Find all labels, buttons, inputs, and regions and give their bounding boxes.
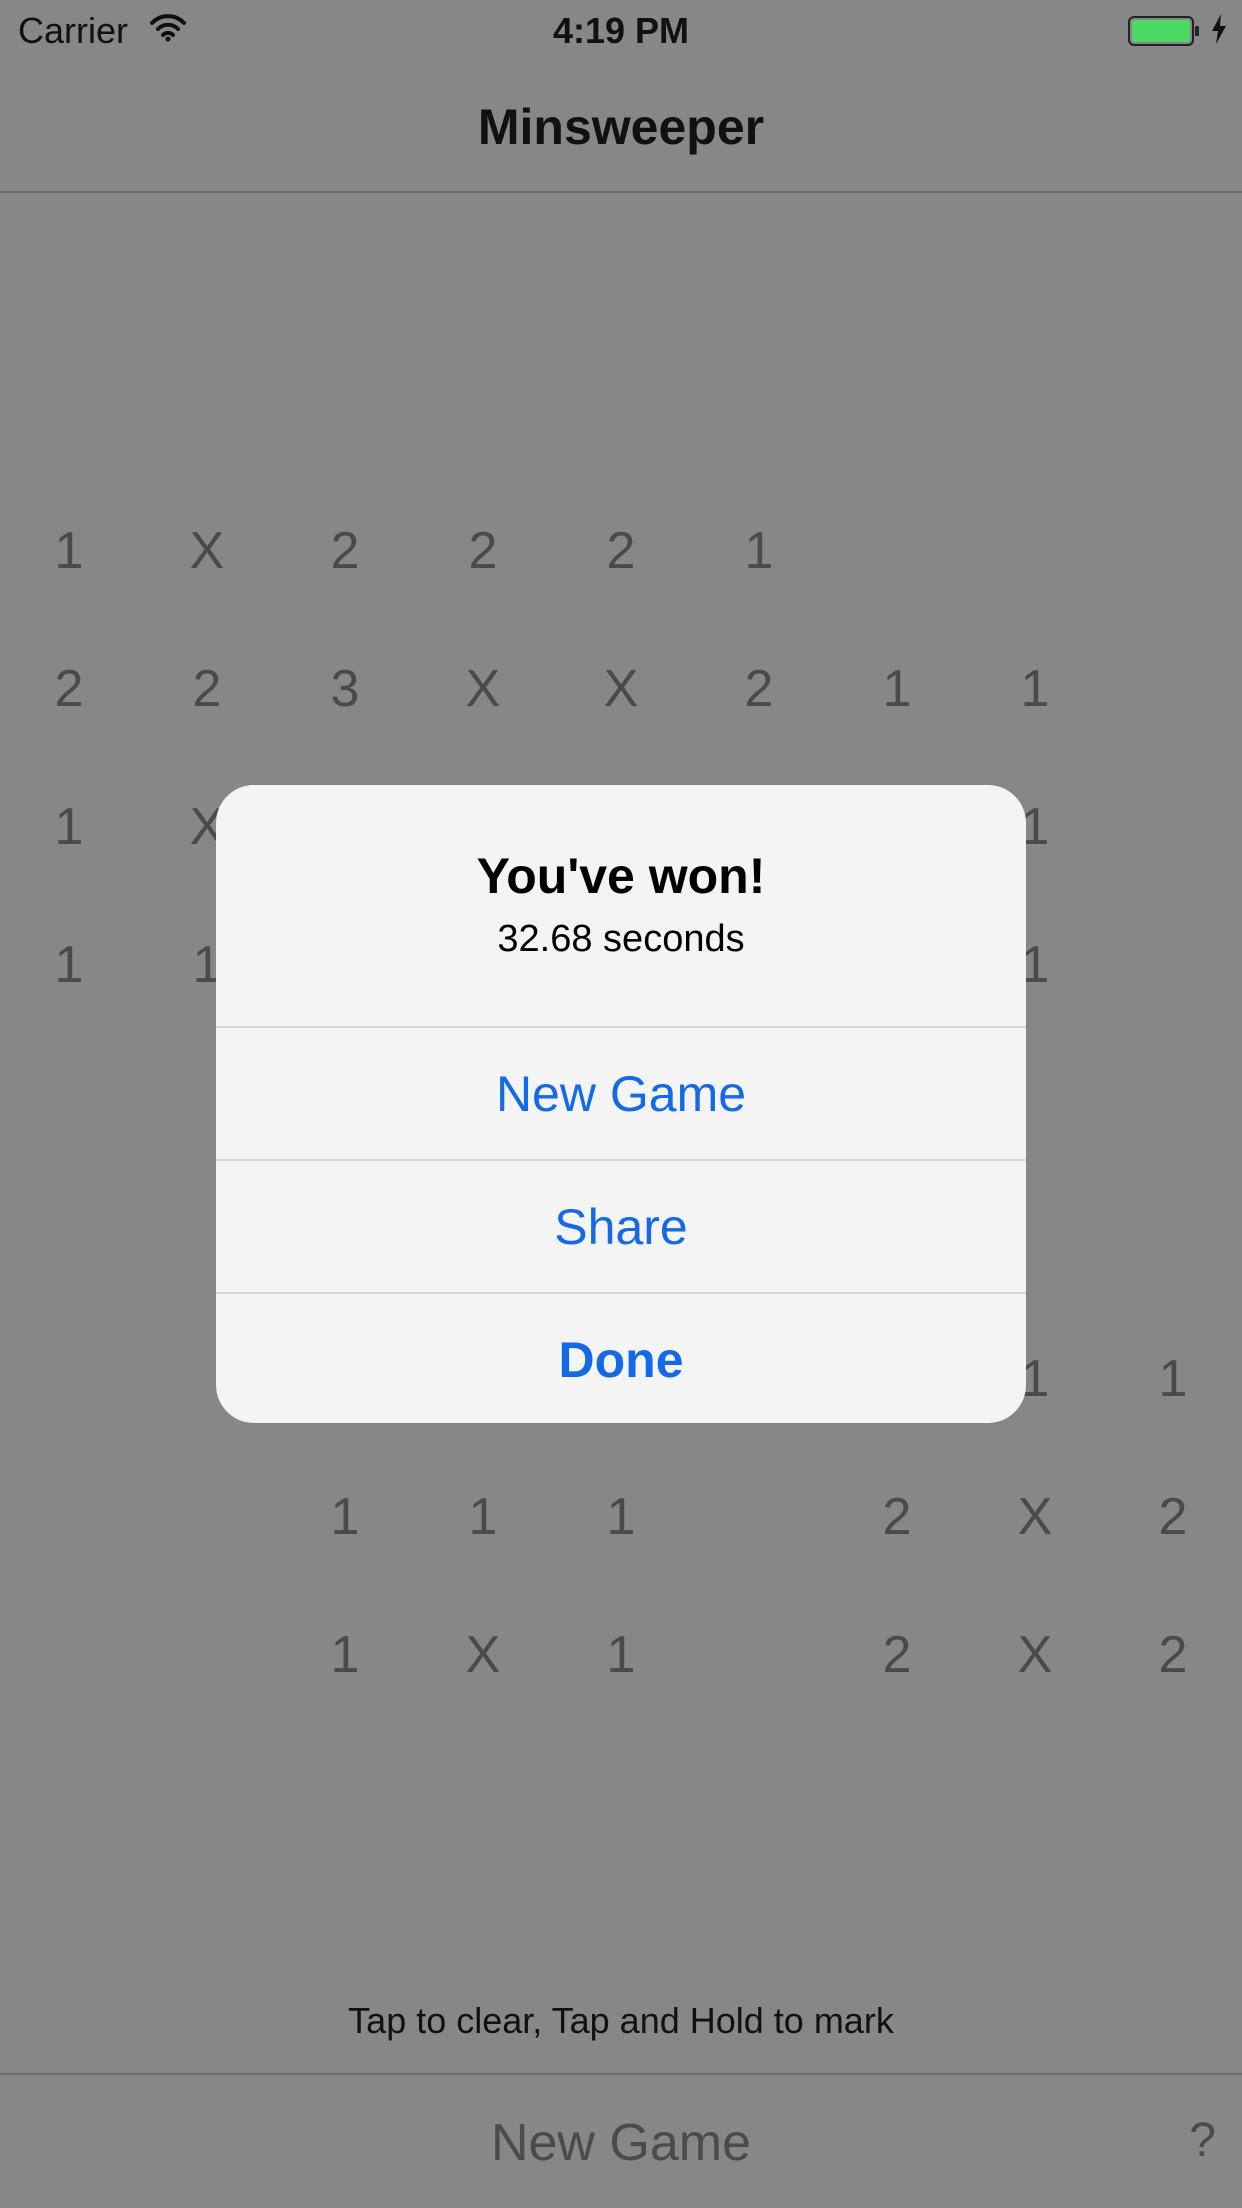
board-cell[interactable]: X	[414, 1586, 552, 1724]
page-title: Minsweeper	[477, 99, 765, 155]
help-button[interactable]: ?	[1189, 2113, 1216, 2168]
board-cell[interactable]: 1	[690, 482, 828, 620]
board-cell[interactable]: 2	[0, 620, 138, 758]
board-cell[interactable]	[0, 1310, 138, 1448]
new-game-button[interactable]: New Game	[0, 2113, 1242, 2173]
board-cell[interactable]: 2	[828, 1586, 966, 1724]
instructions-hint: Tap to clear, Tap and Hold to mark	[348, 2000, 894, 2041]
board-cell[interactable]: 2	[1104, 1586, 1242, 1724]
status-bar: Carrier 4:19 PM	[0, 0, 1242, 60]
board-cell[interactable]	[1104, 896, 1242, 1034]
board-cell[interactable]	[0, 1586, 138, 1724]
board-cell[interactable]: X	[966, 1586, 1104, 1724]
board-cell[interactable]: 1	[828, 620, 966, 758]
board-cell[interactable]: X	[414, 620, 552, 758]
board-cell[interactable]	[0, 1172, 138, 1310]
board-cell[interactable]: 1	[276, 1586, 414, 1724]
board-cell[interactable]: 1	[276, 1448, 414, 1586]
screen: 1X2221223XX2111X1111111112X21X12X2 Carri…	[0, 0, 1242, 2208]
charging-bolt-icon	[1210, 14, 1228, 49]
board-cell[interactable]	[0, 1448, 138, 1586]
board-cell[interactable]: 1	[966, 620, 1104, 758]
board-cell[interactable]	[1104, 482, 1242, 620]
board-cell[interactable]	[690, 1448, 828, 1586]
board-cell[interactable]: X	[966, 1448, 1104, 1586]
alert-message: 32.68 seconds	[497, 918, 745, 960]
win-alert-dialog: You've won! 32.68 seconds New Game Share…	[216, 785, 1026, 1423]
board-cell[interactable]: 2	[138, 620, 276, 758]
board-cell[interactable]: 2	[828, 1448, 966, 1586]
board-cell[interactable]	[690, 1586, 828, 1724]
board-cell[interactable]	[138, 1586, 276, 1724]
alert-title: You've won!	[476, 848, 766, 904]
board-cell[interactable]: 2	[552, 482, 690, 620]
board-cell[interactable]: 1	[552, 1448, 690, 1586]
board-cell[interactable]	[1104, 1172, 1242, 1310]
board-cell[interactable]: 2	[414, 482, 552, 620]
board-cell[interactable]: 1	[414, 1448, 552, 1586]
board-cell[interactable]	[1104, 1034, 1242, 1172]
alert-done-button[interactable]: Done	[216, 1292, 1026, 1423]
board-cell[interactable]	[828, 482, 966, 620]
battery-icon	[1128, 16, 1200, 51]
board-cell[interactable]: 3	[276, 620, 414, 758]
board-cell[interactable]: X	[552, 620, 690, 758]
board-cell[interactable]: 1	[0, 896, 138, 1034]
bottom-toolbar: New Game ?	[0, 2073, 1242, 2208]
board-cell[interactable]: 2	[690, 620, 828, 758]
board-cell[interactable]	[138, 1448, 276, 1586]
alert-share-button[interactable]: Share	[216, 1159, 1026, 1293]
board-cell[interactable]	[966, 482, 1104, 620]
board-cell[interactable]: 2	[1104, 1448, 1242, 1586]
board-cell[interactable]: 1	[1104, 1310, 1242, 1448]
board-cell[interactable]: 1	[0, 758, 138, 896]
navigation-bar: Minsweeper	[0, 60, 1242, 193]
board-cell[interactable]: 1	[0, 482, 138, 620]
board-cell[interactable]: 1	[552, 1586, 690, 1724]
board-cell[interactable]: 2	[276, 482, 414, 620]
board-cell[interactable]	[0, 1034, 138, 1172]
alert-new-game-button[interactable]: New Game	[216, 1026, 1026, 1160]
board-cell[interactable]	[1104, 758, 1242, 896]
board-cell[interactable]	[1104, 620, 1242, 758]
board-cell[interactable]: X	[138, 482, 276, 620]
status-time: 4:19 PM	[552, 10, 690, 51]
